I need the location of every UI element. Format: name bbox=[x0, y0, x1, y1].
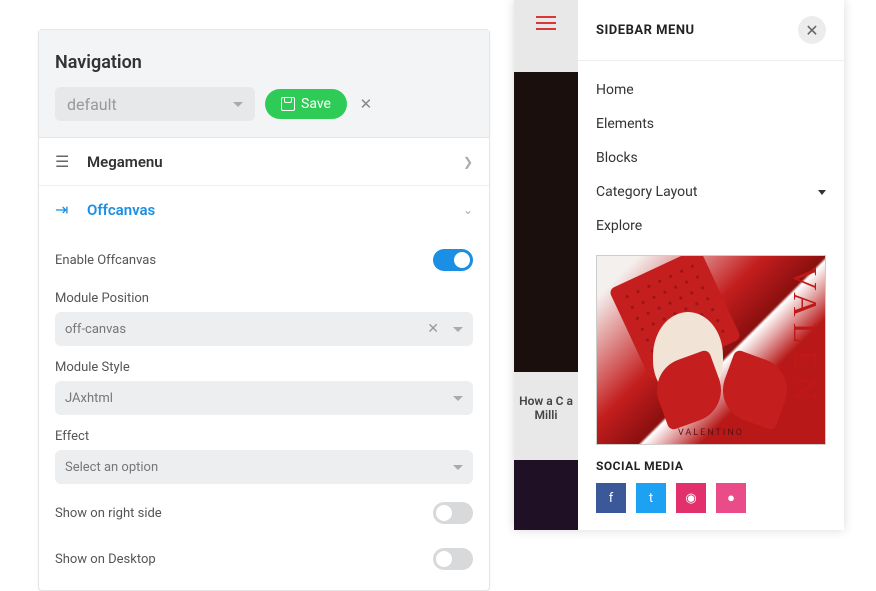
instagram-icon[interactable]: ◉ bbox=[676, 483, 706, 513]
section-offcanvas[interactable]: ⇥ Offcanvas ⌄ bbox=[39, 186, 489, 233]
save-icon bbox=[281, 97, 295, 111]
field-label: Show on right side bbox=[55, 506, 162, 521]
bow-graphic bbox=[657, 358, 787, 438]
enable-toggle[interactable] bbox=[433, 249, 473, 271]
panel-toolbar: default Save ✕ bbox=[39, 87, 489, 138]
save-label: Save bbox=[301, 96, 331, 112]
offcanvas-drawer: SIDEBAR MENU ✕ Home Elements Blocks Cate… bbox=[578, 0, 844, 530]
field-enable: Enable Offcanvas bbox=[55, 237, 473, 283]
module-style-select[interactable]: JAxhtml bbox=[55, 381, 473, 415]
field-right-side: Show on right side bbox=[55, 490, 473, 536]
field-label: Effect bbox=[55, 421, 473, 450]
preset-value: default bbox=[67, 95, 117, 114]
hamburger-icon: ☰ bbox=[55, 152, 77, 171]
drawer-title: SIDEBAR MENU bbox=[596, 23, 695, 38]
settings-panel: Navigation default Save ✕ ☰ Megamenu ❯ ⇥… bbox=[38, 29, 490, 591]
desktop-toggle[interactable] bbox=[433, 548, 473, 570]
clear-icon[interactable]: ✕ bbox=[427, 321, 439, 337]
promo-image: VALEN VALENTINO bbox=[596, 255, 826, 445]
menu-item-explore[interactable]: Explore bbox=[596, 209, 826, 243]
section-megamenu[interactable]: ☰ Megamenu ❯ bbox=[39, 138, 489, 186]
menu-label: Elements bbox=[596, 116, 654, 132]
drawer-header: SIDEBAR MENU ✕ bbox=[578, 0, 844, 61]
dribbble-icon[interactable]: ● bbox=[716, 483, 746, 513]
right-side-toggle[interactable] bbox=[433, 502, 473, 524]
bg-image bbox=[514, 72, 578, 372]
chevron-down-icon bbox=[453, 465, 463, 470]
bg-caption: How a C a Milli bbox=[518, 394, 574, 422]
section-label: Offcanvas bbox=[87, 201, 463, 219]
bg-image bbox=[514, 460, 578, 530]
menu-label: Home bbox=[596, 82, 634, 98]
chevron-down-icon bbox=[453, 327, 463, 332]
menu-item-home[interactable]: Home bbox=[596, 73, 826, 107]
menu-label: Explore bbox=[596, 218, 642, 234]
field-desktop: Show on Desktop bbox=[55, 536, 473, 574]
social-row: f t ◉ ● bbox=[578, 483, 844, 513]
module-position-select[interactable]: off-canvas ✕ bbox=[55, 312, 473, 346]
select-value: Select an option bbox=[65, 460, 158, 475]
offcanvas-icon: ⇥ bbox=[55, 200, 77, 219]
menu-item-category[interactable]: Category Layout bbox=[596, 175, 826, 209]
chevron-down-icon: ⌄ bbox=[463, 203, 473, 217]
chevron-down-icon bbox=[233, 102, 243, 107]
chevron-down-icon bbox=[453, 396, 463, 401]
offcanvas-body: Enable Offcanvas Module Position off-can… bbox=[39, 233, 489, 590]
hamburger-icon[interactable] bbox=[536, 12, 556, 34]
preset-select[interactable]: default bbox=[55, 87, 255, 121]
close-button[interactable]: ✕ bbox=[798, 16, 826, 44]
select-value: JAxhtml bbox=[65, 391, 113, 406]
menu-item-blocks[interactable]: Blocks bbox=[596, 141, 826, 175]
promo-text: VALEN bbox=[785, 266, 823, 407]
panel-title: Navigation bbox=[55, 52, 473, 73]
effect-select[interactable]: Select an option bbox=[55, 450, 473, 484]
save-button[interactable]: Save bbox=[265, 89, 347, 119]
section-label: Megamenu bbox=[87, 153, 463, 171]
menu-label: Blocks bbox=[596, 150, 638, 166]
preview-backdrop: How a C a Milli bbox=[514, 0, 578, 530]
menu-item-elements[interactable]: Elements bbox=[596, 107, 826, 141]
field-label: Module Style bbox=[55, 352, 473, 381]
menu-list: Home Elements Blocks Category Layout Exp… bbox=[578, 61, 844, 249]
menu-label: Category Layout bbox=[596, 184, 697, 200]
field-label: Enable Offcanvas bbox=[55, 253, 156, 268]
field-label: Module Position bbox=[55, 283, 473, 312]
close-icon[interactable]: ✕ bbox=[357, 95, 375, 113]
preview-panel: How a C a Milli SIDEBAR MENU ✕ Home Elem… bbox=[514, 0, 844, 530]
chevron-right-icon: ❯ bbox=[463, 155, 473, 169]
promo-brand: VALENTINO bbox=[597, 428, 825, 438]
field-label: Show on Desktop bbox=[55, 552, 156, 567]
select-value: off-canvas bbox=[65, 322, 126, 337]
facebook-icon[interactable]: f bbox=[596, 483, 626, 513]
social-heading: SOCIAL MEDIA bbox=[578, 459, 844, 483]
caret-down-icon bbox=[818, 190, 826, 195]
panel-header: Navigation bbox=[39, 30, 489, 87]
twitter-icon[interactable]: t bbox=[636, 483, 666, 513]
